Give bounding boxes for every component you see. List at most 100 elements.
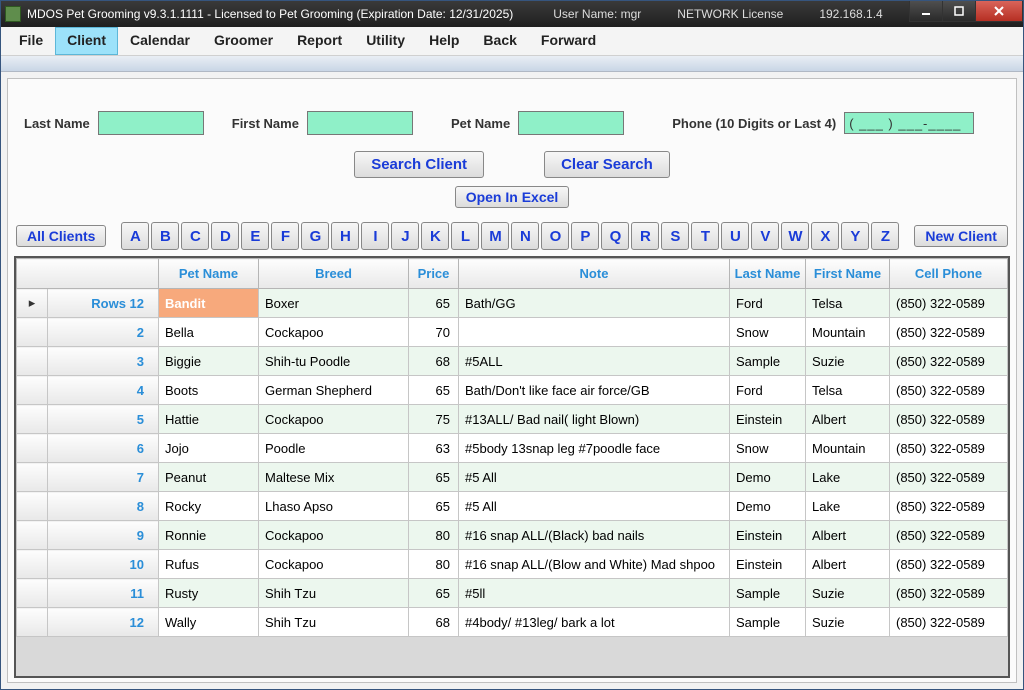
price-cell[interactable]: 65 [409, 289, 459, 318]
letter-k-button[interactable]: K [421, 222, 449, 250]
letter-p-button[interactable]: P [571, 222, 599, 250]
last-name-cell[interactable]: Snow [730, 434, 806, 463]
col-header[interactable]: Cell Phone [890, 259, 1008, 289]
pet-name-cell[interactable]: Rusty [159, 579, 259, 608]
letter-y-button[interactable]: Y [841, 222, 869, 250]
last-name-cell[interactable]: Ford [730, 289, 806, 318]
pet-name-cell[interactable]: Ronnie [159, 521, 259, 550]
letter-i-button[interactable]: I [361, 222, 389, 250]
last-name-cell[interactable]: Ford [730, 376, 806, 405]
last-name-input[interactable] [98, 111, 204, 135]
cell-phone-cell[interactable]: (850) 322-0589 [890, 579, 1008, 608]
cell-phone-cell[interactable]: (850) 322-0589 [890, 521, 1008, 550]
first-name-cell[interactable]: Suzie [806, 608, 890, 637]
last-name-cell[interactable]: Einstein [730, 521, 806, 550]
note-cell[interactable]: #16 snap ALL/(Blow and White) Mad shpoo [459, 550, 730, 579]
letter-a-button[interactable]: A [121, 222, 149, 250]
first-name-input[interactable] [307, 111, 413, 135]
first-name-cell[interactable]: Albert [806, 521, 890, 550]
col-header[interactable]: Price [409, 259, 459, 289]
note-cell[interactable]: #5body 13snap leg #7poodle face [459, 434, 730, 463]
cell-phone-cell[interactable]: (850) 322-0589 [890, 463, 1008, 492]
col-header[interactable]: First Name [806, 259, 890, 289]
col-header[interactable]: Last Name [730, 259, 806, 289]
last-name-cell[interactable]: Sample [730, 608, 806, 637]
table-row[interactable]: 11RustyShih Tzu65#5llSampleSuzie(850) 32… [17, 579, 1008, 608]
table-row[interactable]: 2BellaCockapoo70SnowMountain(850) 322-05… [17, 318, 1008, 347]
cell-phone-cell[interactable]: (850) 322-0589 [890, 318, 1008, 347]
letter-d-button[interactable]: D [211, 222, 239, 250]
letter-v-button[interactable]: V [751, 222, 779, 250]
menu-file[interactable]: File [7, 27, 55, 55]
clear-search-button[interactable]: Clear Search [544, 151, 670, 178]
menu-calendar[interactable]: Calendar [118, 27, 202, 55]
search-client-button[interactable]: Search Client [354, 151, 484, 178]
letter-l-button[interactable]: L [451, 222, 479, 250]
price-cell[interactable]: 80 [409, 550, 459, 579]
letter-m-button[interactable]: M [481, 222, 509, 250]
breed-cell[interactable]: Shih-tu Poodle [259, 347, 409, 376]
menu-utility[interactable]: Utility [354, 27, 417, 55]
minimize-button[interactable] [909, 1, 943, 22]
first-name-cell[interactable]: Albert [806, 550, 890, 579]
price-cell[interactable]: 65 [409, 376, 459, 405]
first-name-cell[interactable]: Telsa [806, 289, 890, 318]
breed-cell[interactable]: Cockapoo [259, 550, 409, 579]
table-row[interactable]: 8RockyLhaso Apso65#5 AllDemoLake(850) 32… [17, 492, 1008, 521]
breed-cell[interactable]: Maltese Mix [259, 463, 409, 492]
letter-e-button[interactable]: E [241, 222, 269, 250]
price-cell[interactable]: 65 [409, 579, 459, 608]
menu-back[interactable]: Back [471, 27, 528, 55]
note-cell[interactable]: #4body/ #13leg/ bark a lot [459, 608, 730, 637]
price-cell[interactable]: 65 [409, 492, 459, 521]
first-name-cell[interactable]: Suzie [806, 579, 890, 608]
table-row[interactable]: 5HattieCockapoo75#13ALL/ Bad nail( light… [17, 405, 1008, 434]
phone-input[interactable] [844, 112, 974, 134]
table-row[interactable]: 3BiggieShih-tu Poodle68#5ALLSampleSuzie(… [17, 347, 1008, 376]
last-name-cell[interactable]: Sample [730, 347, 806, 376]
letter-j-button[interactable]: J [391, 222, 419, 250]
cell-phone-cell[interactable]: (850) 322-0589 [890, 608, 1008, 637]
close-button[interactable] [975, 1, 1023, 22]
menu-help[interactable]: Help [417, 27, 471, 55]
table-row[interactable]: 7PeanutMaltese Mix65#5 AllDemoLake(850) … [17, 463, 1008, 492]
breed-cell[interactable]: Cockapoo [259, 521, 409, 550]
breed-cell[interactable]: German Shepherd [259, 376, 409, 405]
letter-u-button[interactable]: U [721, 222, 749, 250]
note-cell[interactable]: #13ALL/ Bad nail( light Blown) [459, 405, 730, 434]
pet-name-cell[interactable]: Peanut [159, 463, 259, 492]
pet-name-cell[interactable]: Rufus [159, 550, 259, 579]
last-name-cell[interactable]: Einstein [730, 550, 806, 579]
note-cell[interactable]: Bath/Don't like face air force/GB [459, 376, 730, 405]
cell-phone-cell[interactable]: (850) 322-0589 [890, 289, 1008, 318]
table-row[interactable]: 10RufusCockapoo80#16 snap ALL/(Blow and … [17, 550, 1008, 579]
maximize-button[interactable] [942, 1, 976, 22]
price-cell[interactable]: 68 [409, 347, 459, 376]
table-row[interactable]: ▸Rows 12BanditBoxer65Bath/GGFordTelsa(85… [17, 289, 1008, 318]
pet-name-input[interactable] [518, 111, 624, 135]
col-header[interactable]: Note [459, 259, 730, 289]
letter-w-button[interactable]: W [781, 222, 809, 250]
price-cell[interactable]: 63 [409, 434, 459, 463]
price-cell[interactable]: 80 [409, 521, 459, 550]
letter-h-button[interactable]: H [331, 222, 359, 250]
first-name-cell[interactable]: Mountain [806, 434, 890, 463]
breed-cell[interactable]: Boxer [259, 289, 409, 318]
letter-z-button[interactable]: Z [871, 222, 899, 250]
letter-r-button[interactable]: R [631, 222, 659, 250]
col-header[interactable]: Pet Name [159, 259, 259, 289]
breed-cell[interactable]: Shih Tzu [259, 579, 409, 608]
new-client-button[interactable]: New Client [914, 225, 1008, 247]
letter-b-button[interactable]: B [151, 222, 179, 250]
all-clients-button[interactable]: All Clients [16, 225, 106, 247]
table-row[interactable]: 6JojoPoodle63#5body 13snap leg #7poodle … [17, 434, 1008, 463]
note-cell[interactable]: #5ALL [459, 347, 730, 376]
cell-phone-cell[interactable]: (850) 322-0589 [890, 434, 1008, 463]
letter-o-button[interactable]: O [541, 222, 569, 250]
last-name-cell[interactable]: Sample [730, 579, 806, 608]
menu-client[interactable]: Client [55, 27, 118, 55]
cell-phone-cell[interactable]: (850) 322-0589 [890, 405, 1008, 434]
price-cell[interactable]: 75 [409, 405, 459, 434]
pet-name-cell[interactable]: Biggie [159, 347, 259, 376]
pet-name-cell[interactable]: Jojo [159, 434, 259, 463]
